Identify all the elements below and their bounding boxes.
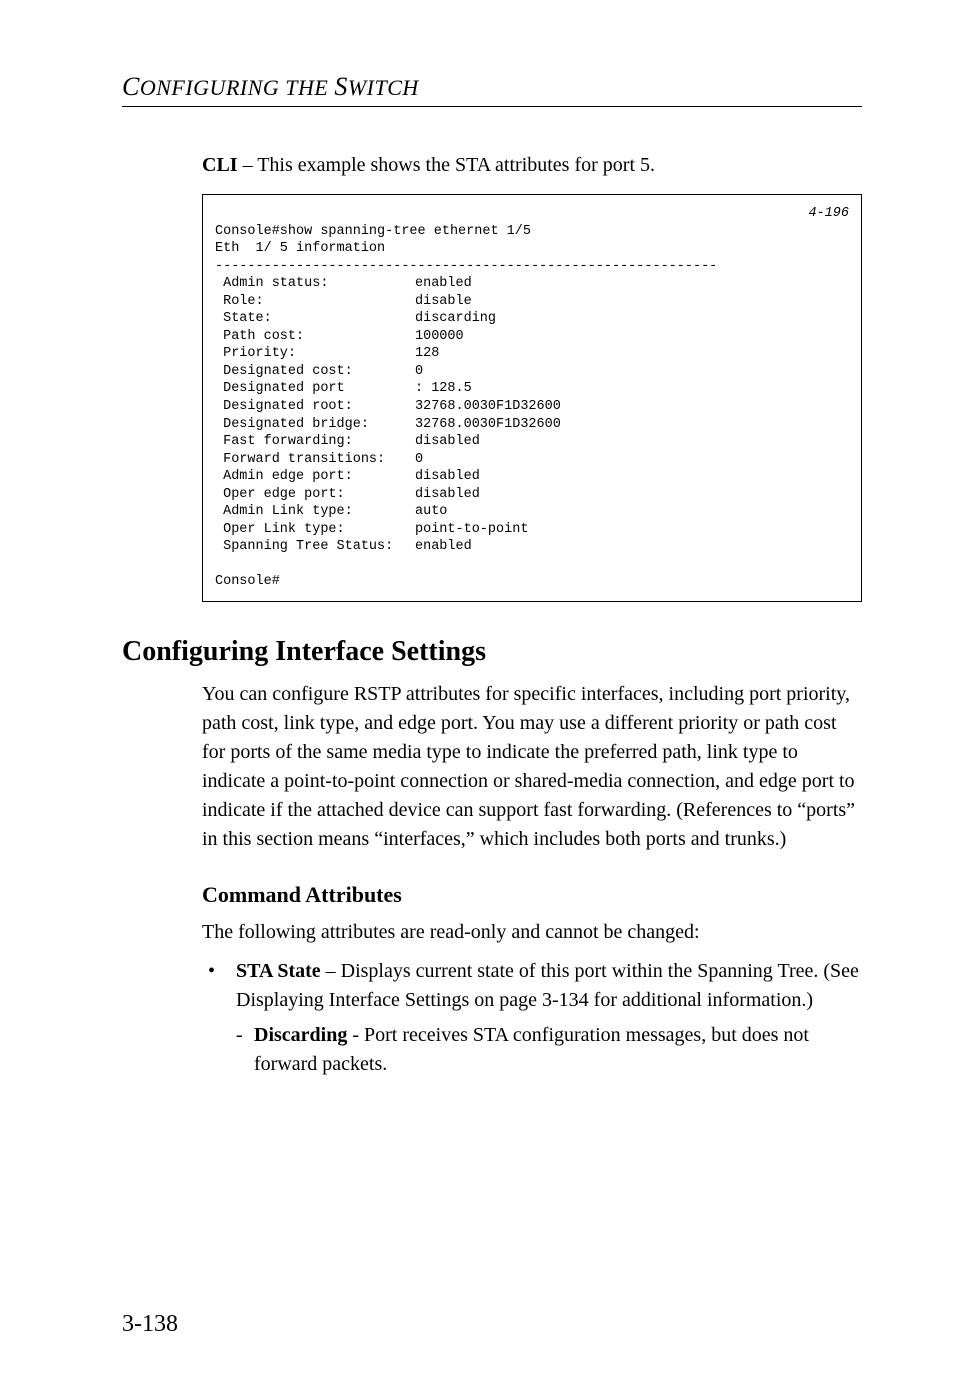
running-head-c: C: [122, 72, 140, 101]
cli-row: Forward transitions:0: [215, 451, 849, 469]
cli-rule: ----------------------------------------…: [215, 259, 717, 274]
cli-value: 32768.0030F1D32600: [415, 398, 561, 416]
cli-row: Fast forwarding:disabled: [215, 433, 849, 451]
sub-bullet-discarding-strong: Discarding: [254, 1024, 347, 1046]
cli-row: Oper Link type:point-to-point: [215, 521, 849, 539]
cli-row: Admin status:enabled: [215, 275, 849, 293]
cli-intro: CLI – This example shows the STA attribu…: [202, 151, 862, 180]
running-head-w2: WITCH: [348, 75, 419, 100]
cli-value: disabled: [415, 468, 480, 486]
body-paragraph: You can configure RSTP attributes for sp…: [202, 680, 862, 854]
cli-value: discarding: [415, 310, 496, 328]
cli-label: Designated cost:: [215, 363, 415, 381]
cli-prompt: Console#: [215, 574, 280, 589]
cli-value: auto: [415, 503, 447, 521]
cli-row: Role:disable: [215, 293, 849, 311]
cli-line-1: Console#show spanning-tree ethernet 1/5: [215, 224, 531, 239]
cli-label: Admin edge port:: [215, 468, 415, 486]
sub-bullet-list: Discarding - Port receives STA configura…: [236, 1021, 862, 1079]
cli-value: 0: [415, 451, 423, 469]
cli-label: Oper Link type:: [215, 521, 415, 539]
cli-row: Designated root:32768.0030F1D32600: [215, 398, 849, 416]
cli-row: Designated bridge:32768.0030F1D32600: [215, 416, 849, 434]
sub-bullet-discarding: Discarding - Port receives STA configura…: [236, 1021, 862, 1079]
cli-row: Admin Link type:auto: [215, 503, 849, 521]
running-head-w1: ONFIGURING: [140, 75, 279, 100]
cli-label: Oper edge port:: [215, 486, 415, 504]
cli-label: Designated port: [215, 380, 415, 398]
cli-row: Priority:128: [215, 345, 849, 363]
cli-value: disabled: [415, 433, 480, 451]
cli-value: 100000: [415, 328, 464, 346]
bullet-list: STA State – Displays current state of th…: [202, 957, 862, 1079]
body-paragraph-2: The following attributes are read-only a…: [202, 918, 862, 947]
cli-label: Designated bridge:: [215, 416, 415, 434]
cli-line-2: Eth 1/ 5 information: [215, 241, 385, 256]
cli-row: Spanning Tree Status:enabled: [215, 538, 849, 556]
cli-label: Admin Link type:: [215, 503, 415, 521]
bullet-sta-state-rest: – Displays current state of this port wi…: [236, 960, 859, 1011]
cli-row: Admin edge port:disabled: [215, 468, 849, 486]
cli-value: disable: [415, 293, 472, 311]
cli-label: Path cost:: [215, 328, 415, 346]
cli-label: Spanning Tree Status:: [215, 538, 415, 556]
page-number: 3-138: [122, 1311, 178, 1338]
cli-intro-rest: – This example shows the STA attributes …: [238, 154, 655, 176]
cli-value: enabled: [415, 538, 472, 556]
cli-label: Admin status:: [215, 275, 415, 293]
cli-value: disabled: [415, 486, 480, 504]
page: CONFIGURING THE SWITCH CLI – This exampl…: [0, 0, 954, 1388]
cli-intro-strong: CLI: [202, 154, 238, 176]
cli-value: 0: [415, 363, 423, 381]
cli-label: Fast forwarding:: [215, 433, 415, 451]
cli-row: Designated cost:0: [215, 363, 849, 381]
cli-value: enabled: [415, 275, 472, 293]
cli-value: point-to-point: [415, 521, 528, 539]
cli-label: Forward transitions:: [215, 451, 415, 469]
running-head-the: THE: [279, 75, 334, 100]
heading-configuring-interface-settings: Configuring Interface Settings: [122, 636, 862, 668]
cli-output-box: 4-196 Console#show spanning-tree ethernet…: [202, 194, 862, 602]
cli-value: 128: [415, 345, 439, 363]
running-head: CONFIGURING THE SWITCH: [122, 72, 862, 102]
cli-row: Designated port: 128.5: [215, 380, 849, 398]
cli-value: : 128.5: [415, 380, 472, 398]
cli-label: Designated root:: [215, 398, 415, 416]
heading-command-attributes: Command Attributes: [202, 882, 862, 908]
head-rule: [122, 106, 862, 107]
cli-page-ref: 4-196: [808, 205, 849, 223]
cli-row: State:discarding: [215, 310, 849, 328]
cli-row: Path cost:100000: [215, 328, 849, 346]
cli-row: Oper edge port:disabled: [215, 486, 849, 504]
running-head-s: S: [334, 72, 348, 101]
bullet-sta-state-strong: STA State: [236, 960, 321, 982]
cli-value: 32768.0030F1D32600: [415, 416, 561, 434]
cli-label: Priority:: [215, 345, 415, 363]
cli-label: State:: [215, 310, 415, 328]
cli-label: Role:: [215, 293, 415, 311]
bullet-sta-state: STA State – Displays current state of th…: [202, 957, 862, 1079]
